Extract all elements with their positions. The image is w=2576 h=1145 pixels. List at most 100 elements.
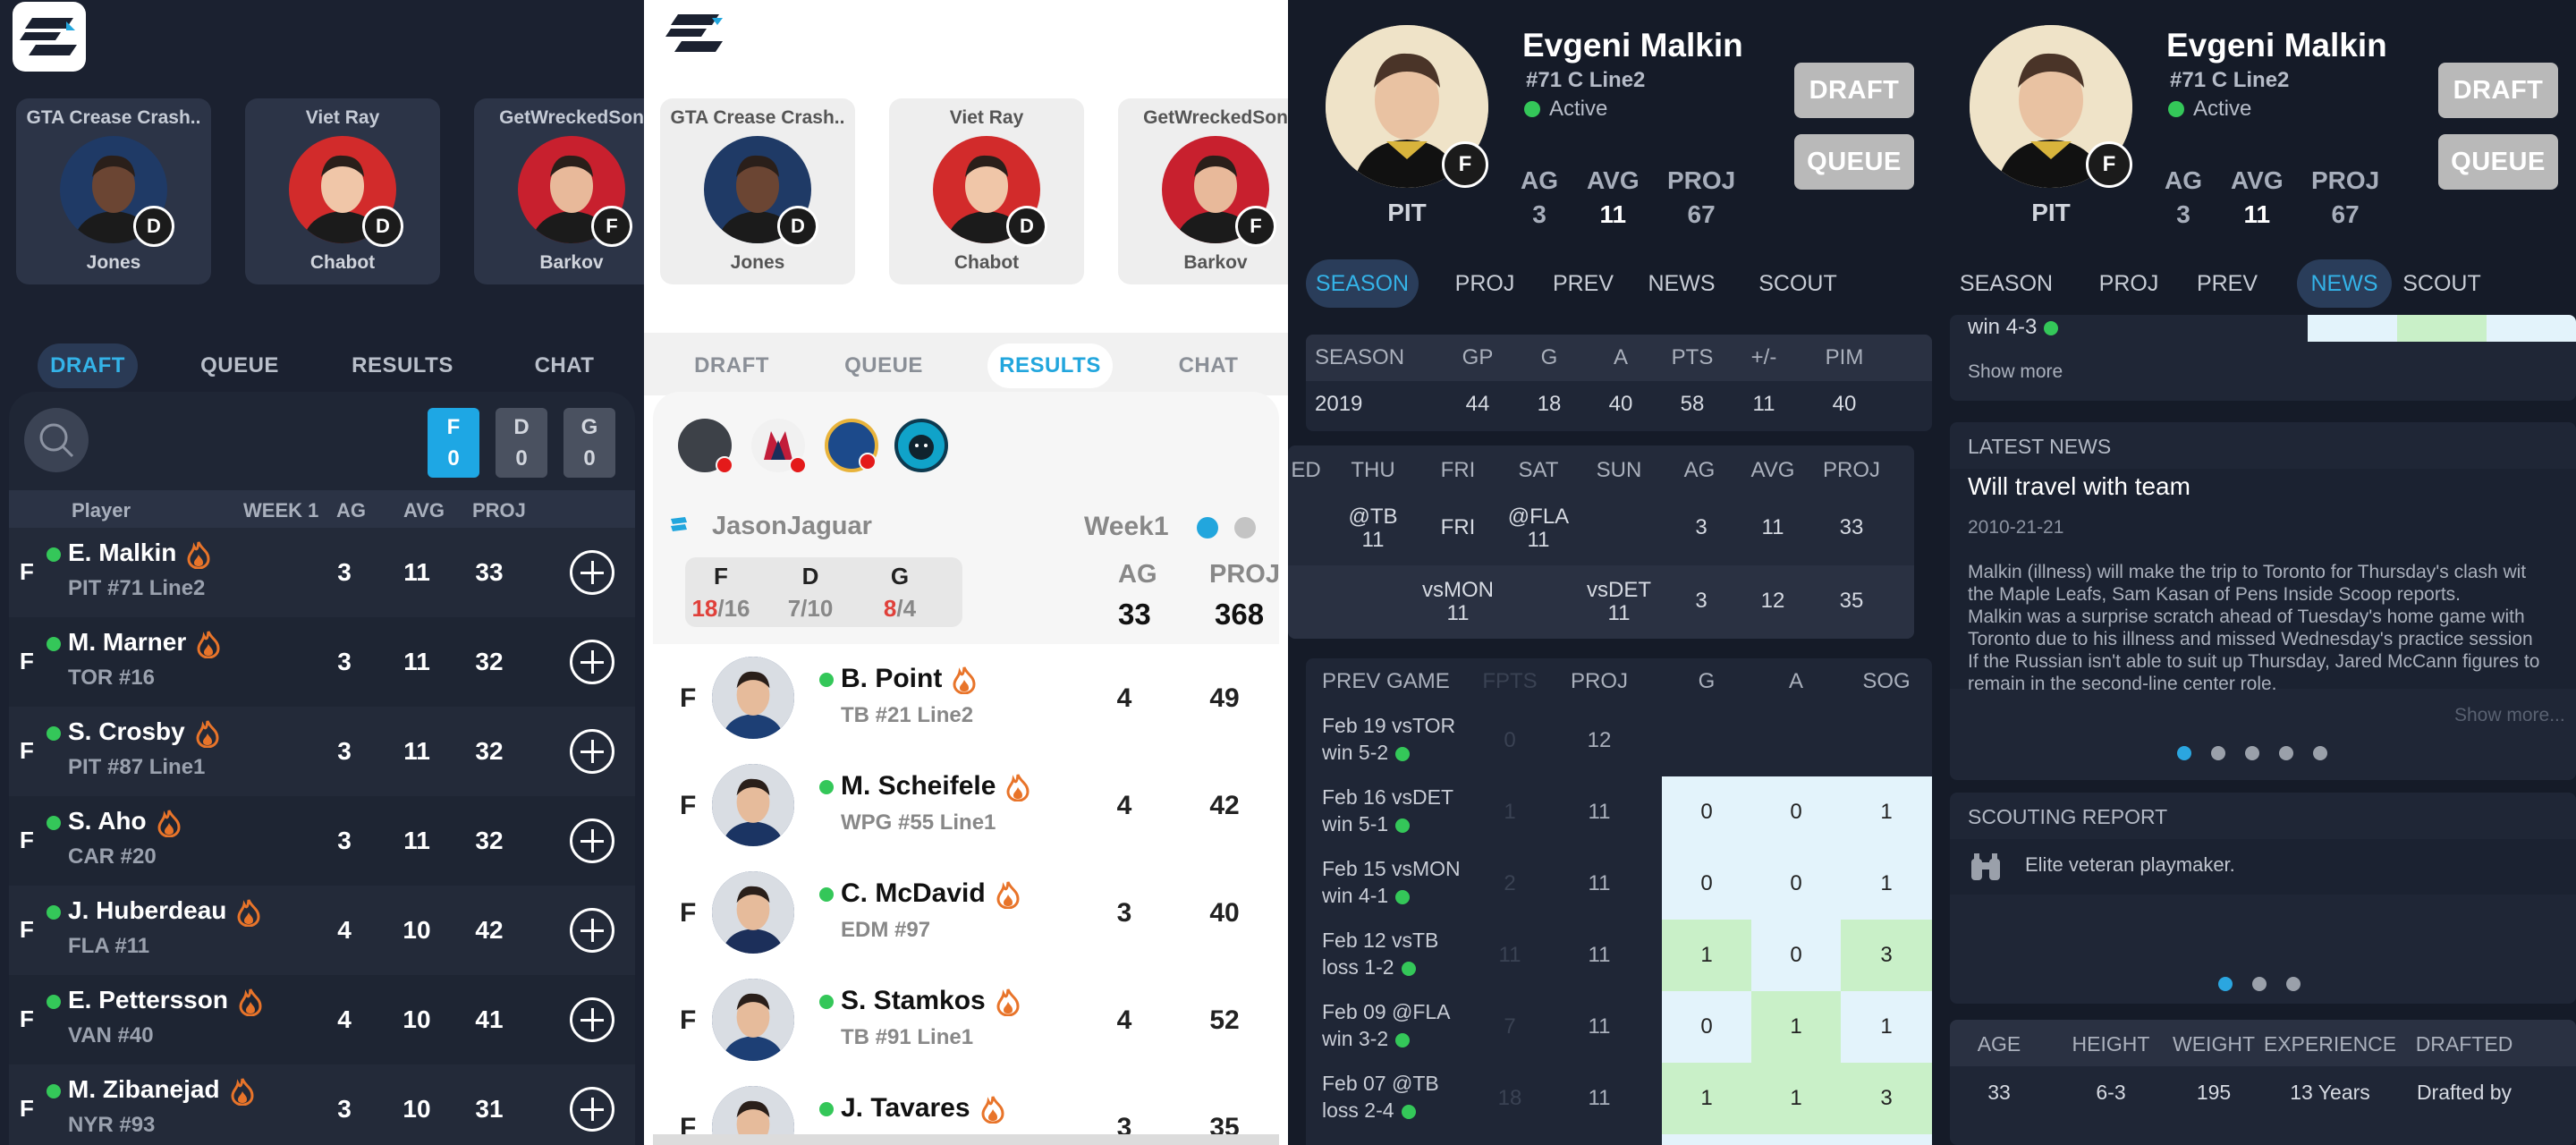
value-avg: 10 <box>402 916 431 944</box>
player-name[interactable]: B. Point <box>841 664 978 695</box>
filter-defense[interactable]: D0 <box>496 408 547 478</box>
header-ag[interactable]: AG <box>336 499 366 522</box>
tab-chat[interactable]: CHAT <box>1159 344 1258 388</box>
player-name[interactable]: M. Zibanejad <box>68 1075 256 1107</box>
pager-dot[interactable] <box>2218 977 2233 991</box>
player-name[interactable]: S. Aho <box>68 807 182 838</box>
tab-chat[interactable]: CHAT <box>515 344 614 388</box>
roster-row[interactable]: F S. Stamkos TB #91 Line1 4 52 <box>653 966 1279 1073</box>
player-name-text: S. Stamkos <box>841 986 986 1015</box>
tab-results[interactable]: RESULTS <box>987 344 1113 388</box>
player-row[interactable]: F S. Crosby PIT #87 Line1 3 11 32 <box>9 707 635 796</box>
player-row[interactable]: F M. Zibanejad NYR #93 3 10 31 <box>9 1064 635 1145</box>
roster-row[interactable]: F C. McDavid EDM #97 3 40 <box>653 859 1279 966</box>
tab-proj[interactable]: PROJ <box>2093 259 2165 308</box>
show-more-news-link[interactable]: Show more... <box>2454 705 2565 726</box>
season-header-cell: PIM <box>1825 345 1864 369</box>
team-logo[interactable] <box>678 419 733 474</box>
pager-dot[interactable] <box>2245 746 2259 760</box>
add-player-button[interactable] <box>570 550 614 595</box>
pick-card[interactable]: Viet Ray D Chabot <box>245 98 440 284</box>
add-player-button[interactable] <box>570 640 614 684</box>
player-row[interactable]: F E. Malkin PIT #71 Line2 3 11 33 <box>9 528 635 617</box>
player-name[interactable]: S. Crosby <box>68 717 221 749</box>
player-row[interactable]: F S. Aho CAR #20 3 11 32 <box>9 796 635 886</box>
player-name[interactable]: M. Scheifele <box>841 771 1031 802</box>
week-dot-active[interactable] <box>1197 517 1218 539</box>
player-name[interactable]: J. Tavares <box>841 1093 1006 1124</box>
week-dot[interactable] <box>1234 517 1256 539</box>
search-button[interactable] <box>24 408 89 472</box>
add-player-button[interactable] <box>570 1087 614 1132</box>
tab-news[interactable]: NEWS <box>1646 259 1717 308</box>
prev-game-result: win 4-1 <box>1322 884 1411 908</box>
draft-button[interactable]: DRAFT <box>1794 63 1914 118</box>
tab-queue[interactable]: QUEUE <box>190 344 290 388</box>
tab-draft[interactable]: DRAFT <box>38 344 138 388</box>
pick-position-badge: D <box>362 206 403 247</box>
header-player[interactable]: Player <box>72 499 131 522</box>
main-tabs: DRAFT QUEUE RESULTS CHAT <box>0 333 644 395</box>
pager-dot[interactable] <box>2252 977 2267 991</box>
player-row[interactable]: F J. Huberdeau FLA #11 4 10 42 <box>9 886 635 975</box>
tab-scout[interactable]: SCOUT <box>2397 259 2487 308</box>
player-name[interactable]: J. Huberdeau <box>68 896 262 928</box>
roster-row[interactable]: F B. Point TB #21 Line2 4 49 <box>653 644 1279 751</box>
active-status-dot <box>819 780 834 794</box>
player-name-text: J. Tavares <box>841 1093 970 1123</box>
tab-season[interactable]: SEASON <box>1950 259 2063 308</box>
header-proj[interactable]: PROJ <box>472 499 526 522</box>
pick-card[interactable]: GetWreckedSon F Barkov <box>1118 98 1288 284</box>
player-name[interactable]: E. Pettersson <box>68 986 264 1017</box>
player-name[interactable]: M. Marner <box>68 628 222 659</box>
tab-proj[interactable]: PROJ <box>1449 259 1521 308</box>
team-logo[interactable] <box>825 419 878 472</box>
pick-card[interactable]: GetWreckedSon F Barkov <box>474 98 644 284</box>
tab-prev[interactable]: PREV <box>1547 259 1619 308</box>
show-more-link[interactable]: Show more <box>1968 361 2063 383</box>
pager-dot[interactable] <box>2313 746 2327 760</box>
draft-button[interactable]: DRAFT <box>2438 63 2558 118</box>
filter-goalie[interactable]: G0 <box>564 408 615 478</box>
tab-results[interactable]: RESULTS <box>340 344 465 388</box>
prev-sog-cell: 1 <box>1880 1014 1893 1039</box>
tab-prev[interactable]: PREV <box>2191 259 2263 308</box>
pager-dot[interactable] <box>2177 746 2191 760</box>
pick-card[interactable]: Viet Ray D Chabot <box>889 98 1084 284</box>
player-row[interactable]: F M. Marner TOR #16 3 11 32 <box>9 617 635 707</box>
tab-scout[interactable]: SCOUT <box>1753 259 1843 308</box>
pick-player-name: Barkov <box>539 252 604 273</box>
header-week[interactable]: WEEK 1 <box>243 499 318 522</box>
filter-forward[interactable]: F0 <box>428 408 479 478</box>
row-position: F <box>20 648 34 674</box>
player-name[interactable]: E. Malkin <box>68 539 212 570</box>
roster-row[interactable]: F M. Scheifele WPG #55 Line1 4 42 <box>653 751 1279 859</box>
prev-header-cell: PREV GAME <box>1322 669 1450 693</box>
tab-news[interactable]: NEWS <box>2297 259 2392 308</box>
queue-button[interactable]: QUEUE <box>2438 134 2558 190</box>
add-player-button[interactable] <box>570 997 614 1042</box>
player-name[interactable]: C. McDavid <box>841 878 1021 910</box>
app-logo <box>13 2 86 72</box>
bio-value-cell: Drafted by <box>2416 1081 2512 1104</box>
pager-dot[interactable] <box>2211 746 2225 760</box>
pick-card[interactable]: GTA Crease Crash.. D Jones <box>16 98 211 284</box>
pick-position-badge: F <box>1235 206 1276 247</box>
team-logo[interactable] <box>751 419 807 474</box>
tab-queue[interactable]: QUEUE <box>834 344 934 388</box>
player-row[interactable]: F E. Pettersson VAN #40 4 10 41 <box>9 975 635 1064</box>
queue-button[interactable]: QUEUE <box>1794 134 1914 190</box>
tab-season[interactable]: SEASON <box>1306 259 1419 308</box>
fire-icon <box>194 719 221 749</box>
pick-card[interactable]: GTA Crease Crash.. D Jones <box>660 98 855 284</box>
prev-g-cell: 1 <box>1700 943 1713 967</box>
header-avg[interactable]: AVG <box>403 499 445 522</box>
add-player-button[interactable] <box>570 908 614 953</box>
add-player-button[interactable] <box>570 729 614 774</box>
pager-dot[interactable] <box>2286 977 2301 991</box>
team-logo-selected[interactable] <box>894 419 948 472</box>
player-name[interactable]: S. Stamkos <box>841 986 1021 1017</box>
pager-dot[interactable] <box>2279 746 2293 760</box>
tab-draft[interactable]: DRAFT <box>682 344 782 388</box>
add-player-button[interactable] <box>570 818 614 863</box>
